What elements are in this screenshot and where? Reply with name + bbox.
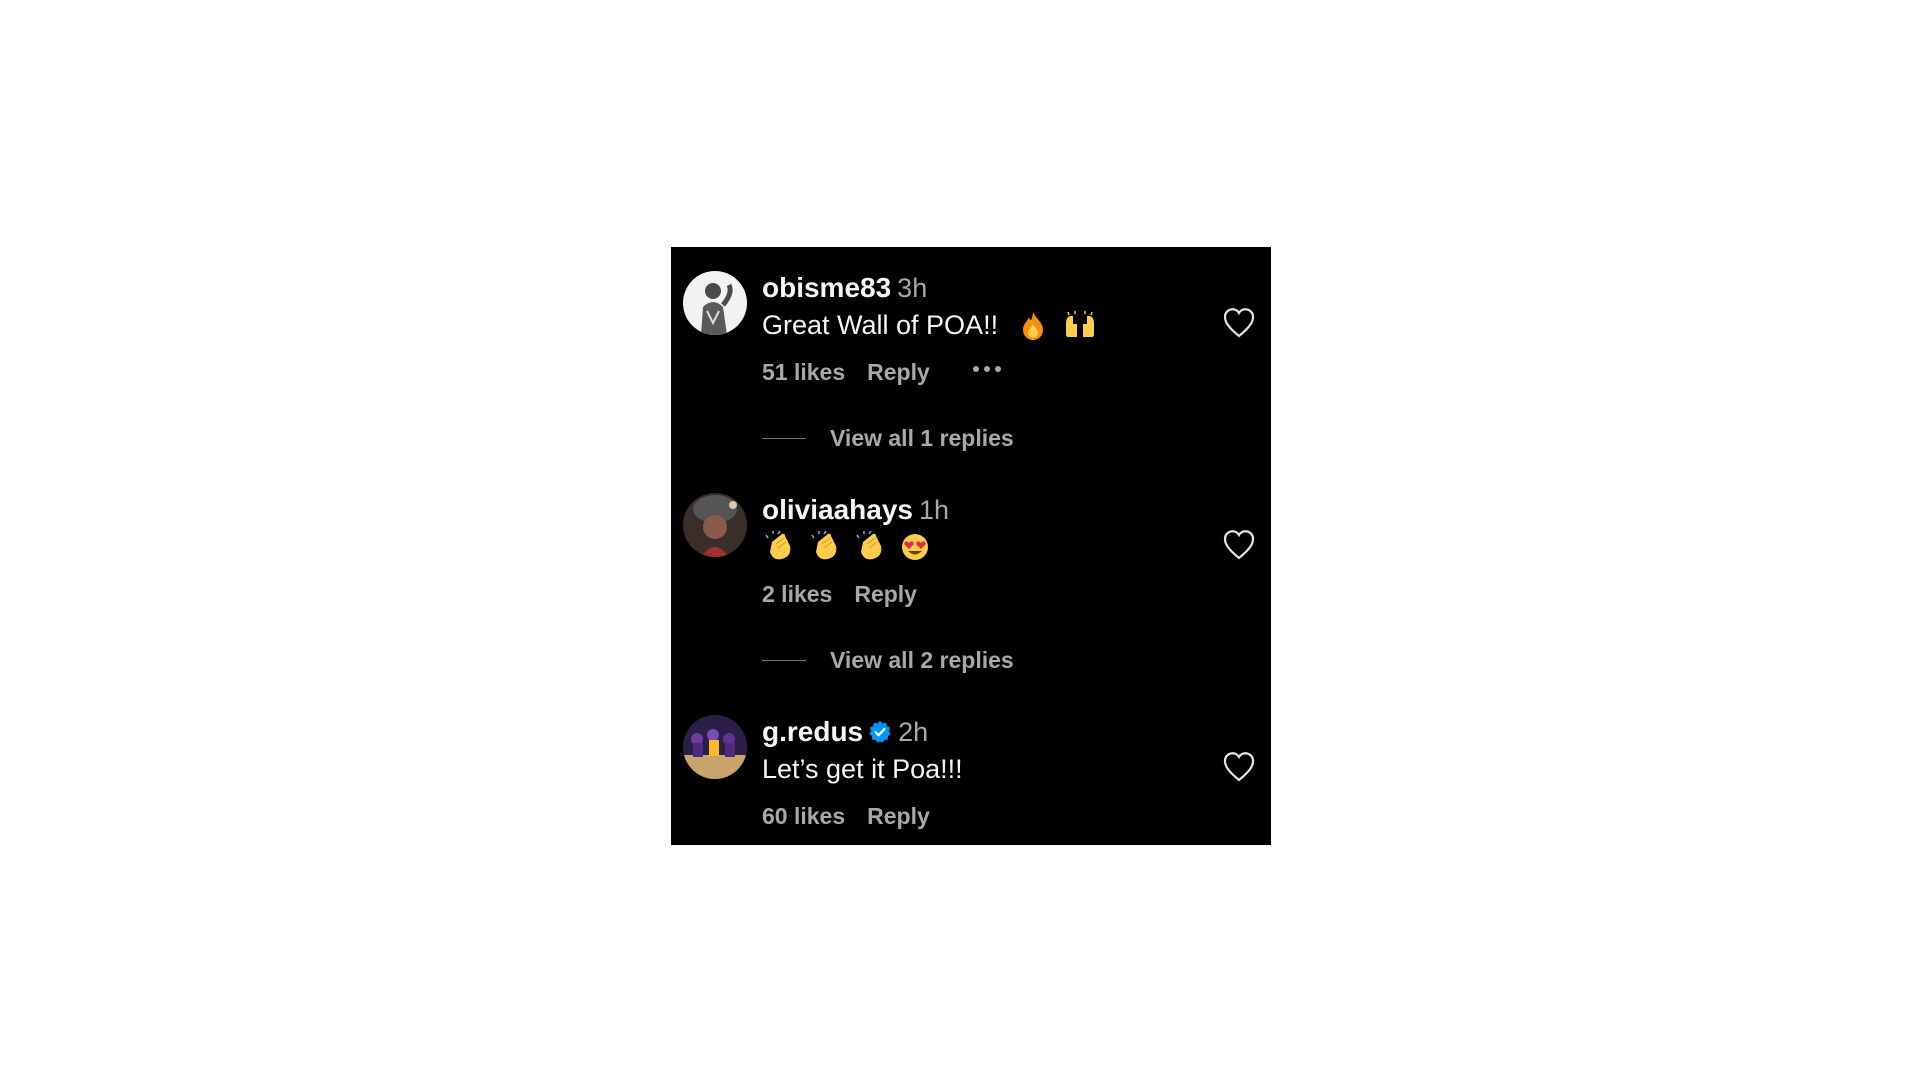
- avatar[interactable]: [683, 715, 747, 779]
- timestamp: 2h: [898, 717, 929, 747]
- view-replies-label: View all 2 replies: [830, 647, 1014, 673]
- likes-count[interactable]: 60 likes: [762, 803, 845, 829]
- comment-g-redus: g.redus 2h Let’s get it Poa!!! 60 likes R…: [671, 715, 1271, 845]
- comment-actions: 2 likes Reply: [762, 579, 917, 609]
- clapping-hands-emoji-icon: [810, 530, 842, 571]
- replies-divider-line: [762, 660, 806, 661]
- view-replies-button[interactable]: View all 1 replies: [762, 423, 1162, 453]
- comment-oliviaahays: oliviaahays 1h 2 likes Reply View all 2 …: [671, 493, 1271, 673]
- comment-actions: 60 likes Reply: [762, 801, 930, 831]
- timestamp: 1h: [918, 495, 950, 525]
- view-replies-button[interactable]: View all 2 replies: [762, 645, 1162, 675]
- username[interactable]: g.redus: [762, 716, 863, 747]
- comment-text: [764, 529, 931, 571]
- fire-emoji-icon: [1020, 310, 1046, 349]
- heart-icon[interactable]: [1222, 529, 1256, 561]
- heart-icon[interactable]: [1222, 307, 1256, 339]
- reply-button[interactable]: Reply: [867, 803, 930, 829]
- reply-button[interactable]: Reply: [867, 359, 930, 385]
- username[interactable]: obisme83: [762, 272, 891, 303]
- comment-text: Let’s get it Poa!!!: [762, 751, 963, 787]
- replies-divider-line: [762, 438, 806, 439]
- raising-hands-emoji-icon: [1063, 310, 1097, 349]
- comments-panel: obisme83 3h Great Wall of POA!! 51 likes R…: [671, 247, 1271, 845]
- verified-badge-icon: [869, 721, 891, 743]
- clapping-hands-emoji-icon: [764, 530, 796, 571]
- comment-header: g.redus 2h: [762, 715, 928, 749]
- comment-body: Let’s get it Poa!!!: [762, 754, 963, 784]
- reply-button[interactable]: Reply: [854, 581, 917, 607]
- username[interactable]: oliviaahays: [762, 494, 913, 525]
- comment-obisme83: obisme83 3h Great Wall of POA!! 51 likes R…: [671, 271, 1271, 451]
- view-replies-label: View all 1 replies: [830, 425, 1014, 451]
- more-options-icon[interactable]: [970, 359, 1004, 379]
- likes-count[interactable]: 2 likes: [762, 581, 832, 607]
- timestamp: 3h: [897, 273, 928, 303]
- clapping-hands-emoji-icon: [855, 530, 887, 571]
- comment-header: obisme83 3h: [762, 271, 927, 305]
- avatar[interactable]: [683, 271, 747, 335]
- comment-body: Great Wall of POA!!: [762, 310, 999, 340]
- avatar[interactable]: [683, 493, 747, 557]
- heart-icon[interactable]: [1222, 751, 1256, 783]
- likes-count[interactable]: 51 likes: [762, 359, 845, 385]
- heart-eyes-emoji-icon: [899, 530, 931, 571]
- comment-text: Great Wall of POA!!: [762, 307, 1097, 349]
- comment-actions: 51 likes Reply: [762, 357, 930, 387]
- comment-header: oliviaahays 1h: [762, 493, 949, 527]
